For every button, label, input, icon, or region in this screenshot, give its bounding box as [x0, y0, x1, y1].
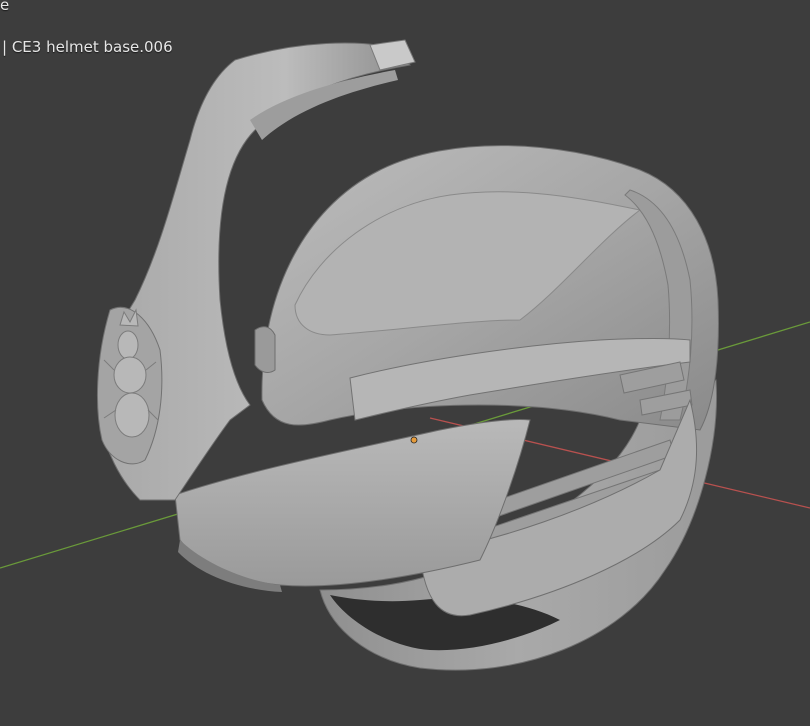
faceplate[interactable]: [174, 419, 531, 587]
viewport-scene[interactable]: [0, 0, 810, 726]
active-object-label: | CE3 helmet base.006: [2, 38, 173, 56]
object-origin-icon[interactable]: [410, 436, 418, 444]
viewport-header-line1: e: [0, 0, 10, 14]
ear-piece: [254, 326, 276, 373]
3d-viewport[interactable]: e | CE3 helmet base.006: [0, 0, 810, 726]
